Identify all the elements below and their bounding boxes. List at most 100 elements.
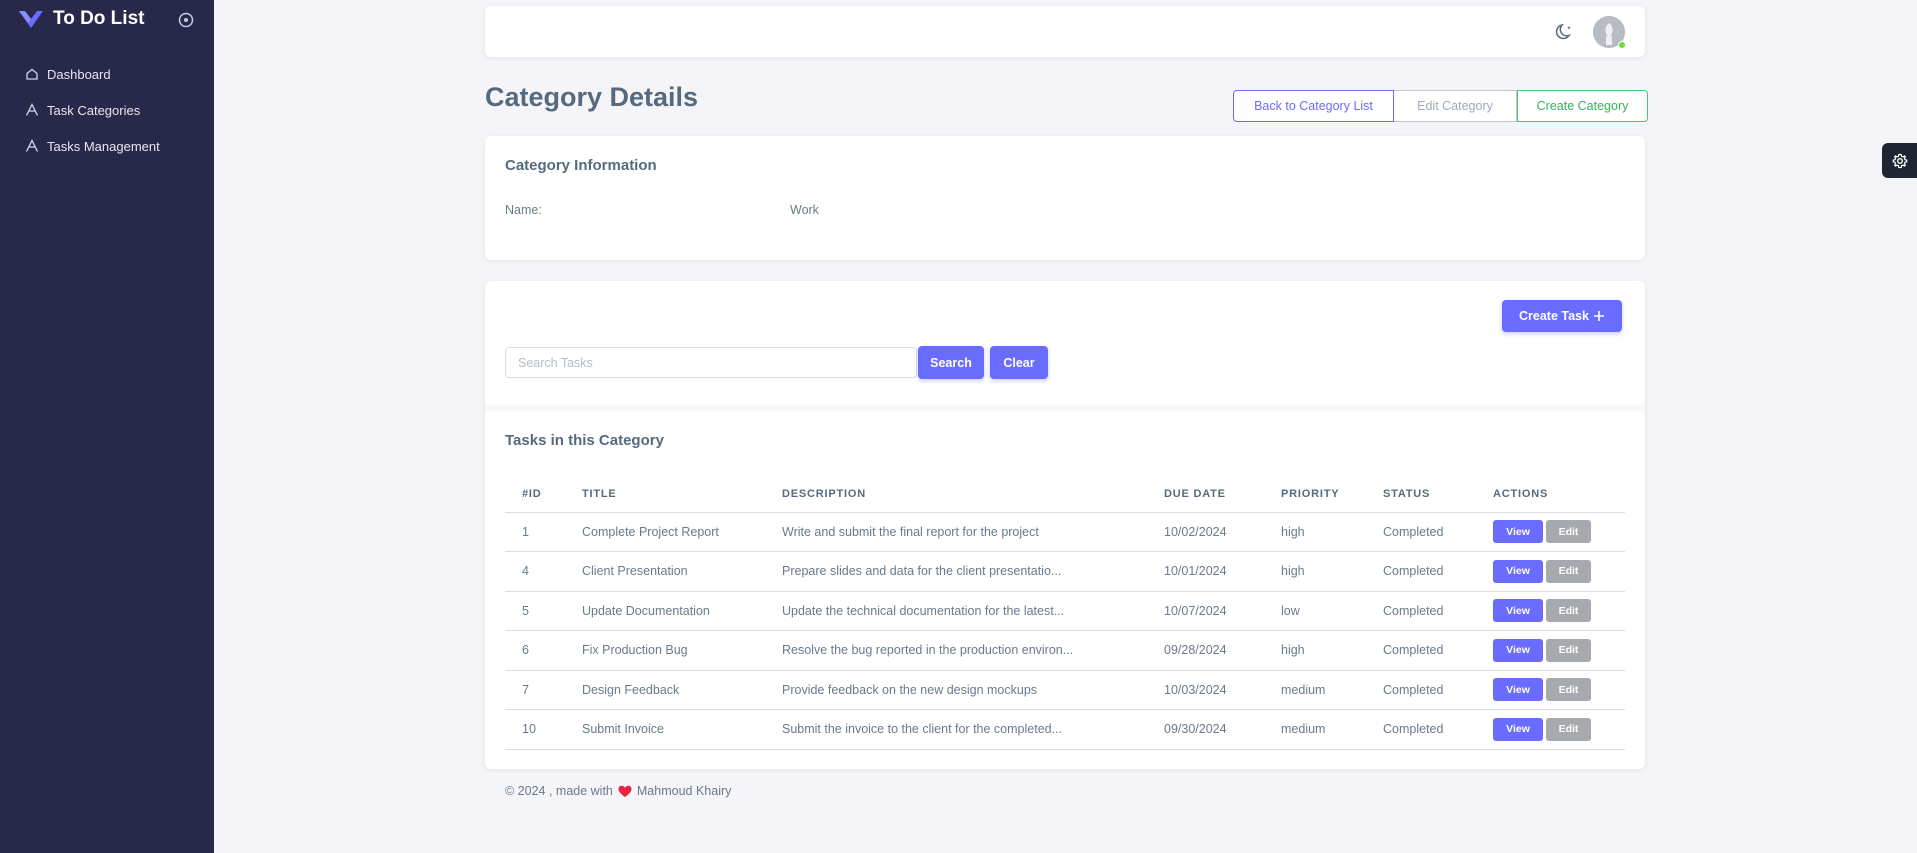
task-priority: medium — [1264, 709, 1366, 750]
edit-task-button[interactable]: Edit — [1546, 520, 1591, 544]
column-header-priority: PRIORITY — [1264, 476, 1366, 513]
column-header-due-date: DUE DATE — [1147, 476, 1264, 513]
footer: © 2024 , made with Mahmoud Khairy — [505, 784, 731, 798]
moon-icon[interactable] — [1555, 22, 1575, 42]
clear-button[interactable]: Clear — [990, 346, 1048, 379]
table-row: 10 Submit Invoice Submit the invoice to … — [505, 709, 1625, 750]
home-icon — [24, 67, 39, 82]
task-id: 10 — [505, 709, 565, 750]
column-header-description: DESCRIPTION — [765, 476, 1147, 513]
task-description: Submit the invoice to the client for the… — [765, 709, 1147, 750]
app-name: To Do List — [53, 8, 145, 29]
task-actions: View Edit — [1476, 709, 1625, 750]
sidebar-item-label: Dashboard — [47, 66, 111, 82]
sidebar-item-dashboard[interactable]: Dashboard — [0, 56, 214, 92]
view-task-button[interactable]: View — [1493, 678, 1543, 702]
sidebar-item-tasks-management[interactable]: Tasks Management — [0, 128, 214, 164]
plus-icon — [1593, 311, 1604, 321]
category-info-title: Category Information — [505, 157, 657, 174]
category-icon — [24, 103, 39, 118]
back-to-category-list-button[interactable]: Back to Category List — [1233, 90, 1394, 122]
edit-task-button[interactable]: Edit — [1546, 717, 1591, 741]
edit-task-button[interactable]: Edit — [1546, 638, 1591, 662]
task-title: Submit Invoice — [565, 709, 765, 750]
footer-prefix: © 2024 , made with — [505, 784, 613, 798]
settings-customizer-button[interactable] — [1882, 143, 1917, 178]
sidebar-item-task-categories[interactable]: Task Categories — [0, 92, 214, 128]
task-description: Resolve the bug reported in the producti… — [765, 630, 1147, 671]
task-actions: View Edit — [1476, 512, 1625, 552]
task-actions: View Edit — [1476, 591, 1625, 631]
task-description: Update the technical documentation for t… — [765, 591, 1147, 631]
column-header-title: TITLE — [565, 476, 765, 513]
collapse-sidebar-icon[interactable] — [178, 12, 194, 28]
task-priority: high — [1264, 512, 1366, 552]
task-status: Completed — [1366, 512, 1476, 552]
task-status: Completed — [1366, 670, 1476, 710]
create-category-button[interactable]: Create Category — [1517, 90, 1648, 122]
task-status: Completed — [1366, 591, 1476, 631]
task-status: Completed — [1366, 630, 1476, 671]
task-due-date: 10/03/2024 — [1147, 670, 1264, 710]
task-due-date: 09/28/2024 — [1147, 630, 1264, 671]
task-title: Update Documentation — [565, 591, 765, 631]
table-row: 6 Fix Production Bug Resolve the bug rep… — [505, 630, 1625, 671]
column-header-status: STATUS — [1366, 476, 1476, 513]
header-actions: Back to Category List Edit Category Crea… — [1233, 90, 1648, 122]
category-info-card: Category Information Name: Work — [485, 136, 1645, 260]
gear-icon — [1892, 153, 1907, 168]
column-header-actions: ACTIONS — [1476, 476, 1625, 513]
task-actions: View Edit — [1476, 630, 1625, 671]
task-title: Complete Project Report — [565, 512, 765, 552]
task-due-date: 10/01/2024 — [1147, 551, 1264, 592]
edit-task-button[interactable]: Edit — [1546, 678, 1591, 702]
view-task-button[interactable]: View — [1493, 599, 1543, 623]
column-header-id: #ID — [505, 476, 565, 513]
edit-task-button[interactable]: Edit — [1546, 559, 1591, 583]
search-button[interactable]: Search — [918, 346, 984, 379]
section-divider — [485, 405, 1645, 411]
view-task-button[interactable]: View — [1493, 520, 1543, 544]
view-task-button[interactable]: View — [1493, 559, 1543, 583]
task-status: Completed — [1366, 709, 1476, 750]
tasks-table: #ID TITLE DESCRIPTION DUE DATE PRIORITY … — [505, 476, 1625, 750]
table-row: 5 Update Documentation Update the techni… — [505, 591, 1625, 631]
task-priority: low — [1264, 591, 1366, 631]
create-task-button[interactable]: Create Task — [1502, 300, 1622, 332]
task-id: 6 — [505, 630, 565, 671]
task-priority: high — [1264, 551, 1366, 592]
create-task-label: Create Task — [1519, 309, 1589, 323]
search-input[interactable] — [505, 347, 917, 378]
footer-author[interactable]: Mahmoud Khairy — [637, 784, 732, 798]
task-priority: high — [1264, 630, 1366, 671]
task-due-date: 09/30/2024 — [1147, 709, 1264, 750]
view-task-button[interactable]: View — [1493, 638, 1543, 662]
task-actions: View Edit — [1476, 551, 1625, 592]
table-row: 1 Complete Project Report Write and subm… — [505, 512, 1625, 552]
task-description: Write and submit the final report for th… — [765, 512, 1147, 552]
task-status: Completed — [1366, 551, 1476, 592]
task-title: Design Feedback — [565, 670, 765, 710]
task-id: 7 — [505, 670, 565, 710]
task-actions: View Edit — [1476, 670, 1625, 710]
online-status-dot — [1618, 41, 1626, 49]
task-id: 4 — [505, 551, 565, 592]
edit-task-button[interactable]: Edit — [1546, 599, 1591, 623]
table-row: 7 Design Feedback Provide feedback on th… — [505, 670, 1625, 710]
task-id: 5 — [505, 591, 565, 631]
sidebar: To Do List Dashboard Task Categories Tas… — [0, 0, 214, 853]
tasks-section-title: Tasks in this Category — [505, 432, 664, 449]
edit-category-button[interactable]: Edit Category — [1394, 90, 1517, 122]
name-value: Work — [790, 203, 819, 217]
task-priority: medium — [1264, 670, 1366, 710]
task-due-date: 10/02/2024 — [1147, 512, 1264, 552]
task-description: Prepare slides and data for the client p… — [765, 551, 1147, 592]
table-row: 4 Client Presentation Prepare slides and… — [505, 551, 1625, 592]
task-description: Provide feedback on the new design mocku… — [765, 670, 1147, 710]
view-task-button[interactable]: View — [1493, 717, 1543, 741]
sidebar-menu: Dashboard Task Categories Tasks Manageme… — [0, 56, 214, 164]
tasks-card: Create Task Search Clear Tasks in this C… — [485, 281, 1645, 769]
name-label: Name: — [505, 203, 542, 217]
task-due-date: 10/07/2024 — [1147, 591, 1264, 631]
table-header-row: #ID TITLE DESCRIPTION DUE DATE PRIORITY … — [505, 476, 1625, 513]
